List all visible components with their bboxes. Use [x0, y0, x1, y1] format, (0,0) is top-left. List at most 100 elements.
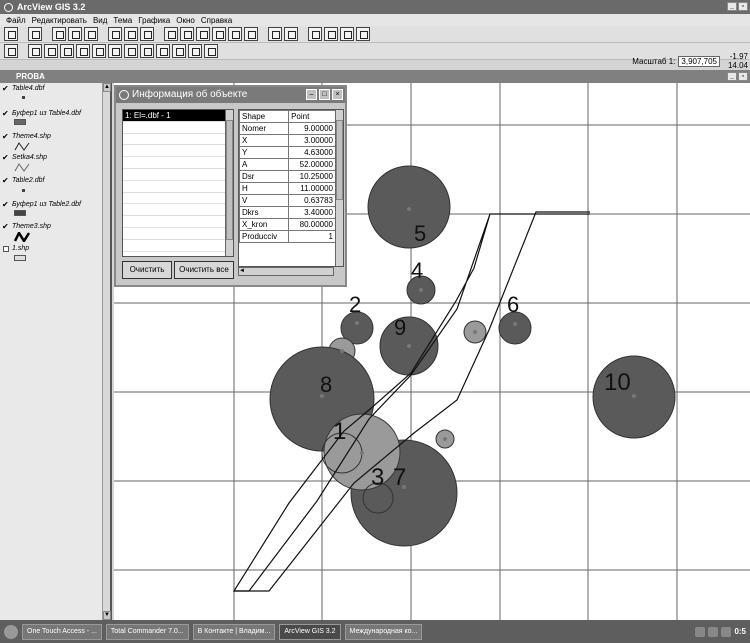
toc-scrollbar[interactable]: ▲ ▼	[102, 83, 111, 620]
list-item[interactable]	[123, 228, 233, 240]
identify-results-window[interactable]: Информация об объекте – □ × 1: El=.dbf -…	[114, 85, 347, 287]
identify-tool[interactable]	[4, 44, 18, 58]
open-table-button[interactable]	[84, 27, 98, 41]
vertex-edit-tool[interactable]	[44, 44, 58, 58]
task-total-commander[interactable]: Total Commander 7.0...	[105, 623, 189, 640]
zoom-in-button[interactable]	[212, 27, 226, 41]
attribute-row: V 0.63783	[238, 194, 336, 207]
list-item[interactable]	[123, 193, 233, 205]
draw-tool[interactable]	[204, 44, 218, 58]
attribute-scrollbar[interactable]	[335, 110, 343, 266]
restore-button[interactable]: ▫	[738, 2, 748, 11]
minimize-button[interactable]: _	[727, 2, 737, 11]
tray-icon[interactable]	[708, 626, 719, 637]
scale-input[interactable]: 3,907,705	[678, 56, 720, 67]
menu-file[interactable]: Файл	[6, 16, 26, 25]
zoom-out-button[interactable]	[228, 27, 242, 41]
toc-checkbox-buffer4[interactable]: ✔	[2, 110, 9, 118]
text-tool[interactable]	[188, 44, 202, 58]
pointer-tool[interactable]	[28, 44, 42, 58]
list-item[interactable]	[123, 145, 233, 158]
toc-checkbox-table2[interactable]: ✔	[2, 177, 9, 185]
start-icon[interactable]	[4, 624, 18, 639]
zoom-full-button[interactable]	[164, 27, 178, 41]
help-button[interactable]	[308, 27, 322, 41]
toc-item-table2[interactable]: Table2.dbf	[12, 177, 44, 184]
zoom-in-tool[interactable]	[76, 44, 90, 58]
menu-help[interactable]: Справка	[201, 16, 232, 25]
scroll-thumb[interactable]	[226, 120, 233, 240]
scroll-up-icon[interactable]: ▲	[103, 83, 111, 92]
zoom-active-button[interactable]	[180, 27, 194, 41]
identify-maximize-button[interactable]: □	[319, 89, 330, 100]
identify-feature-list[interactable]: 1: El=.dbf - 1	[122, 109, 234, 257]
layout-button[interactable]	[324, 27, 338, 41]
edit-legend-button[interactable]	[68, 27, 82, 41]
menu-window[interactable]: Окно	[176, 16, 195, 25]
zoom-previous-button[interactable]	[244, 27, 258, 41]
zoom-out-tool[interactable]	[92, 44, 106, 58]
window-controls: _ ▫	[727, 2, 748, 11]
toc-checkbox-theme3[interactable]: ✔	[2, 223, 9, 231]
view-restore-button[interactable]: ▫	[738, 72, 748, 81]
pan-tool[interactable]	[108, 44, 122, 58]
clear-button[interactable]: Очистить	[122, 261, 172, 279]
toc-checkbox-table4[interactable]: ✔	[2, 85, 9, 93]
toc-item-setka4[interactable]: Setka4.shp	[12, 154, 47, 161]
attribute-hscrollbar[interactable]: ◄	[238, 267, 334, 276]
measure-tool[interactable]	[124, 44, 138, 58]
chart-button[interactable]	[340, 27, 354, 41]
scroll-down-icon[interactable]: ▼	[103, 611, 111, 620]
toc-item-buffer2[interactable]: Буфер1 из Table2.dbf	[12, 201, 81, 208]
list-item[interactable]	[123, 157, 233, 169]
toc-checkbox-1shp[interactable]	[3, 246, 9, 252]
menu-edit[interactable]: Редактировать	[32, 16, 87, 25]
clear-all-button[interactable]: Очистить все	[174, 261, 234, 279]
list-item[interactable]	[123, 240, 233, 252]
toc-item-table4[interactable]: Table4.dbf	[12, 85, 44, 92]
map-button[interactable]	[356, 27, 370, 41]
locate-button[interactable]	[124, 27, 138, 41]
identify-titlebar[interactable]: Информация об объекте – □ ×	[116, 87, 345, 103]
task-one-touch[interactable]: One Touch Access - ...	[22, 623, 102, 640]
scroll-thumb[interactable]	[336, 120, 343, 200]
menu-theme[interactable]: Тема	[113, 16, 132, 25]
list-item-selected[interactable]: 1: El=.dbf - 1	[123, 110, 233, 122]
list-item[interactable]	[123, 122, 233, 134]
find-button[interactable]	[108, 27, 122, 41]
toc-item-buffer4[interactable]: Буфер1 из Table4.dbf	[12, 110, 81, 117]
menu-graphics[interactable]: Графика	[138, 16, 170, 25]
task-arcview[interactable]: ArcView GIS 3.2	[279, 623, 341, 640]
identify-close-button[interactable]: ×	[332, 89, 343, 100]
toc-checkbox-setka4[interactable]: ✔	[2, 154, 9, 162]
area-select-tool[interactable]	[156, 44, 170, 58]
list-item[interactable]	[123, 204, 233, 217]
save-project-button[interactable]	[4, 27, 18, 41]
select-tool[interactable]	[60, 44, 74, 58]
view-minimize-button[interactable]: _	[727, 72, 737, 81]
toc-item-theme3[interactable]: Theme3.shp	[12, 223, 51, 230]
list-item[interactable]	[123, 134, 233, 146]
add-theme-button[interactable]	[28, 27, 42, 41]
toc-checkbox-theme4[interactable]: ✔	[2, 133, 9, 141]
list-item[interactable]	[123, 216, 233, 228]
identify-minimize-button[interactable]: –	[306, 89, 317, 100]
task-vkontakte[interactable]: В Контакте | Владим...	[192, 623, 276, 640]
hotlink-tool[interactable]	[140, 44, 154, 58]
menu-view[interactable]: Вид	[93, 16, 107, 25]
toc-item-theme4[interactable]: Theme4.shp	[12, 133, 51, 140]
select-features-button[interactable]	[268, 27, 282, 41]
list-item[interactable]	[123, 181, 233, 193]
clear-selection-button[interactable]	[284, 27, 298, 41]
list-item[interactable]	[123, 169, 233, 181]
toc-checkbox-buffer2[interactable]: ✔	[2, 201, 9, 209]
label-tool[interactable]	[172, 44, 186, 58]
query-button[interactable]	[140, 27, 154, 41]
toc-item-1shp[interactable]: 1.shp	[12, 245, 29, 252]
tray-icon[interactable]	[721, 626, 732, 637]
task-international[interactable]: Международная ко...	[344, 623, 423, 640]
zoom-selected-button[interactable]	[196, 27, 210, 41]
tray-icon[interactable]	[695, 626, 706, 637]
list-scrollbar[interactable]	[225, 110, 233, 256]
theme-properties-button[interactable]	[52, 27, 66, 41]
